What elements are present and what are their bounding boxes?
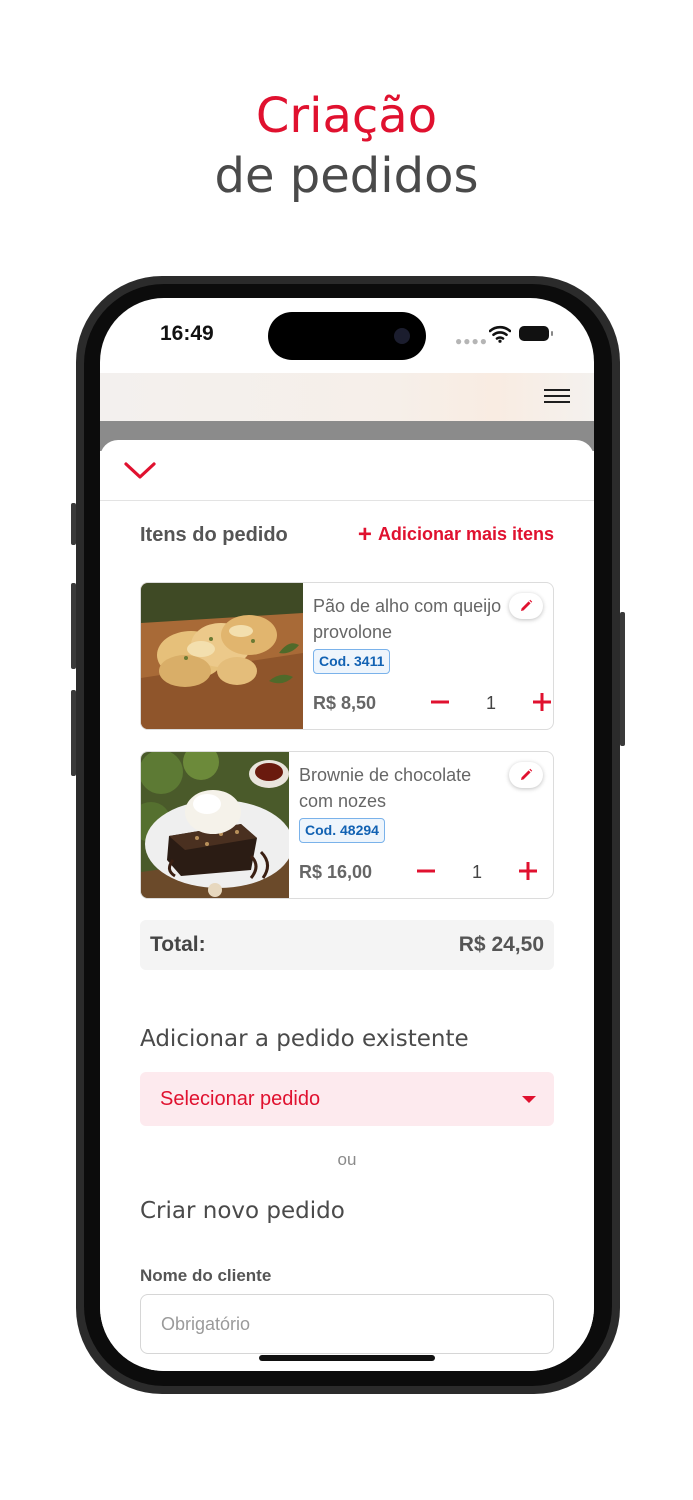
item-quantity: 1 bbox=[485, 693, 496, 713]
item-price: R$ 16,00 bbox=[299, 862, 373, 882]
app-store-screenshot: Criação de pedidos 16:49 ●●●● Itens do p… bbox=[0, 0, 693, 1500]
caret-down-icon bbox=[522, 1096, 536, 1103]
increase-quantity-button[interactable] bbox=[529, 689, 553, 715]
chevron-down-icon[interactable] bbox=[122, 458, 158, 482]
battery-icon bbox=[519, 326, 553, 341]
divider bbox=[100, 500, 594, 501]
plus-icon bbox=[533, 693, 551, 711]
status-time: 16:49 bbox=[160, 322, 214, 345]
headline-line-2: de pedidos bbox=[214, 148, 479, 204]
select-order-label: Selecionar pedido bbox=[160, 1088, 321, 1110]
volume-down-button bbox=[71, 690, 76, 776]
total-value: R$ 24,50 bbox=[458, 933, 544, 956]
existing-order-title: Adicionar a pedido existente bbox=[140, 1026, 469, 1052]
menu-icon[interactable] bbox=[542, 386, 572, 406]
volume-up-button bbox=[71, 583, 76, 669]
or-separator: ou bbox=[337, 1150, 357, 1169]
home-indicator[interactable] bbox=[259, 1355, 435, 1361]
customer-name-label: Nome do cliente bbox=[140, 1266, 272, 1285]
order-item-card: Pão de alho com queijo provolone Cod. 34… bbox=[140, 582, 554, 730]
plus-icon: + bbox=[357, 520, 372, 548]
order-total-bar: Total: R$ 24,50 bbox=[140, 920, 554, 970]
order-sheet: Itens do pedido + Adicionar mais itens P… bbox=[100, 440, 594, 1371]
plus-icon bbox=[519, 862, 537, 880]
customer-name-input[interactable] bbox=[140, 1294, 554, 1354]
app-header bbox=[100, 373, 594, 421]
camera-icon bbox=[394, 328, 410, 344]
pencil-icon bbox=[521, 768, 533, 780]
garlic-bread-image bbox=[141, 583, 303, 729]
brownie-image bbox=[141, 752, 289, 898]
minus-icon bbox=[417, 869, 435, 873]
item-code-badge: Cod. 3411 bbox=[313, 649, 391, 674]
silent-switch bbox=[71, 503, 76, 545]
dynamic-island bbox=[268, 312, 426, 360]
wifi-icon bbox=[489, 325, 511, 343]
order-item-card: Brownie de chocolate com nozes Cod. 4829… bbox=[140, 751, 554, 899]
item-price: R$ 8,50 bbox=[313, 693, 377, 713]
item-name: Brownie de chocolate com nozes bbox=[299, 765, 472, 811]
add-more-items-label: Adicionar mais itens bbox=[377, 524, 554, 544]
pencil-icon bbox=[521, 599, 533, 611]
item-code-badge: Cod. 48294 bbox=[299, 818, 385, 843]
select-order-dropdown[interactable]: Selecionar pedido bbox=[140, 1072, 554, 1126]
item-name: Pão de alho com queijo provolone bbox=[313, 596, 502, 642]
decrease-quantity-button[interactable] bbox=[427, 689, 453, 715]
minus-icon bbox=[431, 700, 449, 704]
add-more-items-button[interactable]: + Adicionar mais itens bbox=[357, 520, 554, 548]
power-button bbox=[620, 612, 625, 746]
status-indicators: ●●●● bbox=[455, 324, 555, 348]
order-items-title: Itens do pedido bbox=[140, 524, 288, 546]
signal-icon: ●●●● bbox=[455, 334, 488, 348]
total-label: Total: bbox=[150, 933, 206, 956]
item-quantity: 1 bbox=[471, 862, 482, 882]
headline-line-1: Criação bbox=[255, 88, 438, 144]
edit-item-button[interactable] bbox=[509, 762, 543, 788]
edit-item-button[interactable] bbox=[509, 593, 543, 619]
new-order-title: Criar novo pedido bbox=[140, 1198, 345, 1224]
increase-quantity-button[interactable] bbox=[515, 858, 541, 884]
phone-screen: 16:49 ●●●● Itens do pedido + Adicionar m… bbox=[100, 298, 594, 1371]
decrease-quantity-button[interactable] bbox=[413, 858, 439, 884]
